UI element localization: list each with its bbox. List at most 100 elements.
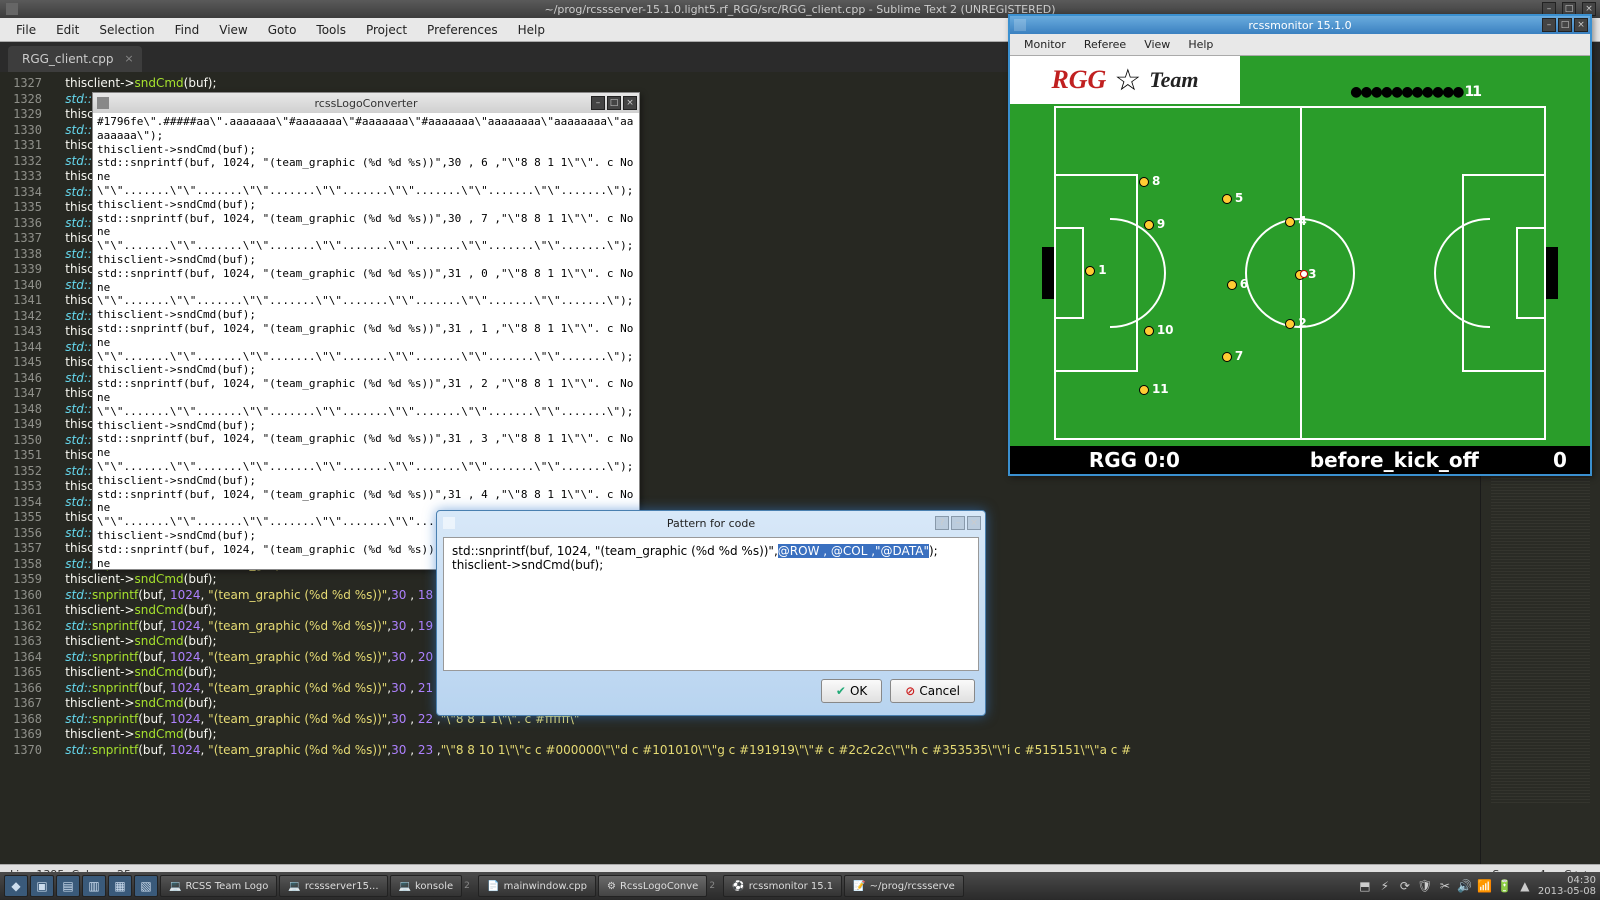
task-mainwindow[interactable]: 📄 mainwindow.cpp — [478, 875, 596, 897]
tray-icon[interactable]: ⬒ — [1358, 879, 1372, 893]
tray-icon[interactable]: 🔋 — [1498, 879, 1512, 893]
menu-referee[interactable]: Referee — [1076, 36, 1134, 53]
player-number: 2 — [1298, 316, 1306, 330]
minimize-button[interactable]: – — [1542, 18, 1556, 32]
task-group-count: 2 — [709, 881, 721, 891]
player-number: 1 — [1098, 263, 1106, 277]
launcher-icon[interactable]: ▤ — [56, 875, 80, 897]
tab-close-icon[interactable]: × — [124, 52, 133, 65]
player-5: 5 — [1222, 194, 1232, 204]
player-number: 11 — [1152, 382, 1169, 396]
player-8: 8 — [1139, 177, 1149, 187]
launcher-icon[interactable]: ▥ — [82, 875, 106, 897]
tab-rgg-client[interactable]: RGG_client.cpp × — [8, 46, 142, 72]
tray-icon[interactable]: ⚡ — [1378, 879, 1392, 893]
tray-icon[interactable]: 📶 — [1478, 879, 1492, 893]
logo-converter-titlebar[interactable]: rcssLogoConverter – □ × — [93, 93, 639, 113]
game-state: before_kick_off — [1259, 446, 1530, 474]
player-9: 9 — [1144, 220, 1154, 230]
score-team: RGG 0:0 — [1010, 446, 1259, 474]
tray-icon[interactable]: ⟳ — [1398, 879, 1412, 893]
menu-view[interactable]: View — [1136, 36, 1178, 53]
logo-converter-window: rcssLogoConverter – □ × #1796fe\".#####a… — [92, 92, 640, 570]
menu-help[interactable]: Help — [510, 21, 553, 39]
tray-icon[interactable]: 🔊 — [1458, 879, 1472, 893]
logo-team-text: Team — [1149, 67, 1198, 93]
task-rcssmonitor[interactable]: ⚽ rcssmonitor 15.1 — [723, 875, 842, 897]
app-icon — [1014, 19, 1026, 31]
player-number: 8 — [1152, 174, 1160, 188]
menu-edit[interactable]: Edit — [48, 21, 87, 39]
menu-file[interactable]: File — [8, 21, 44, 39]
close-button[interactable]: × — [967, 516, 981, 530]
star-icon: ☆ — [1114, 63, 1141, 98]
penalty-arc-left — [1110, 218, 1166, 328]
maximize-button[interactable]: □ — [607, 96, 621, 110]
ball — [1300, 270, 1308, 278]
tray-icon[interactable]: ▲ — [1518, 879, 1532, 893]
check-icon: ✔ — [836, 684, 846, 698]
goal-right — [1546, 247, 1558, 300]
close-button[interactable]: × — [1574, 18, 1588, 32]
menu-help[interactable]: Help — [1180, 36, 1221, 53]
minimize-button[interactable]: – — [951, 516, 965, 530]
menu-tools[interactable]: Tools — [308, 21, 354, 39]
menu-view[interactable]: View — [211, 21, 255, 39]
player-6: 6 — [1227, 280, 1237, 290]
player-number: 7 — [1235, 349, 1243, 363]
tray-icon[interactable]: ✂ — [1438, 879, 1452, 893]
taskbar: ◆ ▣ ▤ ▥ ▦ ▧ 💻 RCSS Team Logo 💻 rcssserve… — [0, 872, 1600, 900]
app-icon — [97, 97, 109, 109]
help-button[interactable]: ? — [935, 516, 949, 530]
logo-converter-title: rcssLogoConverter — [315, 97, 418, 110]
pattern-input[interactable]: std::snprintf(buf, 1024, "(team_graphic … — [443, 537, 979, 671]
close-button[interactable]: × — [623, 96, 637, 110]
pattern-text: ); — [929, 544, 938, 558]
launcher-icon[interactable]: ▣ — [30, 875, 54, 897]
logo-converter-content[interactable]: #1796fe\".#####aa\".aaaaaaa\"#aaaaaaa\"#… — [93, 113, 639, 569]
app-icon — [443, 517, 455, 529]
task-logo-converter[interactable]: ⚙ RcssLogoConve — [598, 875, 707, 897]
pattern-dialog: Pattern for code ? – × std::snprintf(buf… — [436, 510, 986, 716]
app-icon — [6, 3, 18, 15]
menu-selection[interactable]: Selection — [91, 21, 162, 39]
task-rcssserver[interactable]: 💻 rcssserver15... — [279, 875, 387, 897]
goal-area-right — [1516, 227, 1544, 319]
player-number: 6 — [1240, 277, 1248, 291]
scorebar: RGG 0:0 before_kick_off 0 — [1010, 446, 1590, 474]
menu-find[interactable]: Find — [167, 21, 208, 39]
start-button[interactable]: ◆ — [4, 875, 28, 897]
pattern-buttons: ✔ OK ⊘Cancel — [439, 675, 983, 707]
clock[interactable]: 04:30 2013-05-08 — [1538, 875, 1596, 897]
seed-dots: ●●●●●●●●●●● — [1350, 84, 1462, 100]
field-container: RGG ☆ Team ●●●●●●●●●●●11 1891011567423 R… — [1010, 56, 1590, 474]
player-number: 5 — [1235, 191, 1243, 205]
cancel-label: Cancel — [919, 684, 960, 698]
task-konsole[interactable]: 💻 konsole — [390, 875, 463, 897]
pattern-selection: @ROW , @COL ,"@DATA" — [778, 544, 929, 558]
cancel-button[interactable]: ⊘Cancel — [890, 679, 975, 703]
launcher-icon[interactable]: ▦ — [108, 875, 132, 897]
rcssmonitor-menubar: Monitor Referee View Help — [1010, 34, 1590, 56]
rcssmonitor-titlebar[interactable]: rcssmonitor 15.1.0 – □ × — [1010, 16, 1590, 34]
ok-button[interactable]: ✔ OK — [821, 679, 882, 703]
menu-project[interactable]: Project — [358, 21, 415, 39]
task-sublime[interactable]: 📝 ~/prog/rcssserve — [844, 875, 964, 897]
menu-preferences[interactable]: Preferences — [419, 21, 506, 39]
tray-icon[interactable]: 🛡 — [1418, 879, 1432, 893]
ok-label: OK — [850, 684, 867, 698]
minimize-button[interactable]: – — [591, 96, 605, 110]
player-seeds: ●●●●●●●●●●●11 — [1350, 84, 1480, 100]
player-number: 10 — [1157, 323, 1174, 337]
penalty-arc-right — [1434, 218, 1490, 328]
pitch: 1891011567423 — [1054, 106, 1546, 440]
menu-monitor[interactable]: Monitor — [1016, 36, 1074, 53]
task-rcss-logo[interactable]: 💻 RCSS Team Logo — [160, 875, 277, 897]
maximize-button[interactable]: □ — [1558, 18, 1572, 32]
pattern-titlebar[interactable]: Pattern for code ? – × — [439, 513, 983, 533]
rcssmonitor-title: rcssmonitor 15.1.0 — [1248, 19, 1351, 32]
pattern-text: std::snprintf(buf, 1024, "(team_graphic … — [452, 544, 778, 558]
menu-goto[interactable]: Goto — [260, 21, 305, 39]
launcher-icon[interactable]: ▧ — [134, 875, 158, 897]
seed-count: 11 — [1465, 84, 1480, 100]
